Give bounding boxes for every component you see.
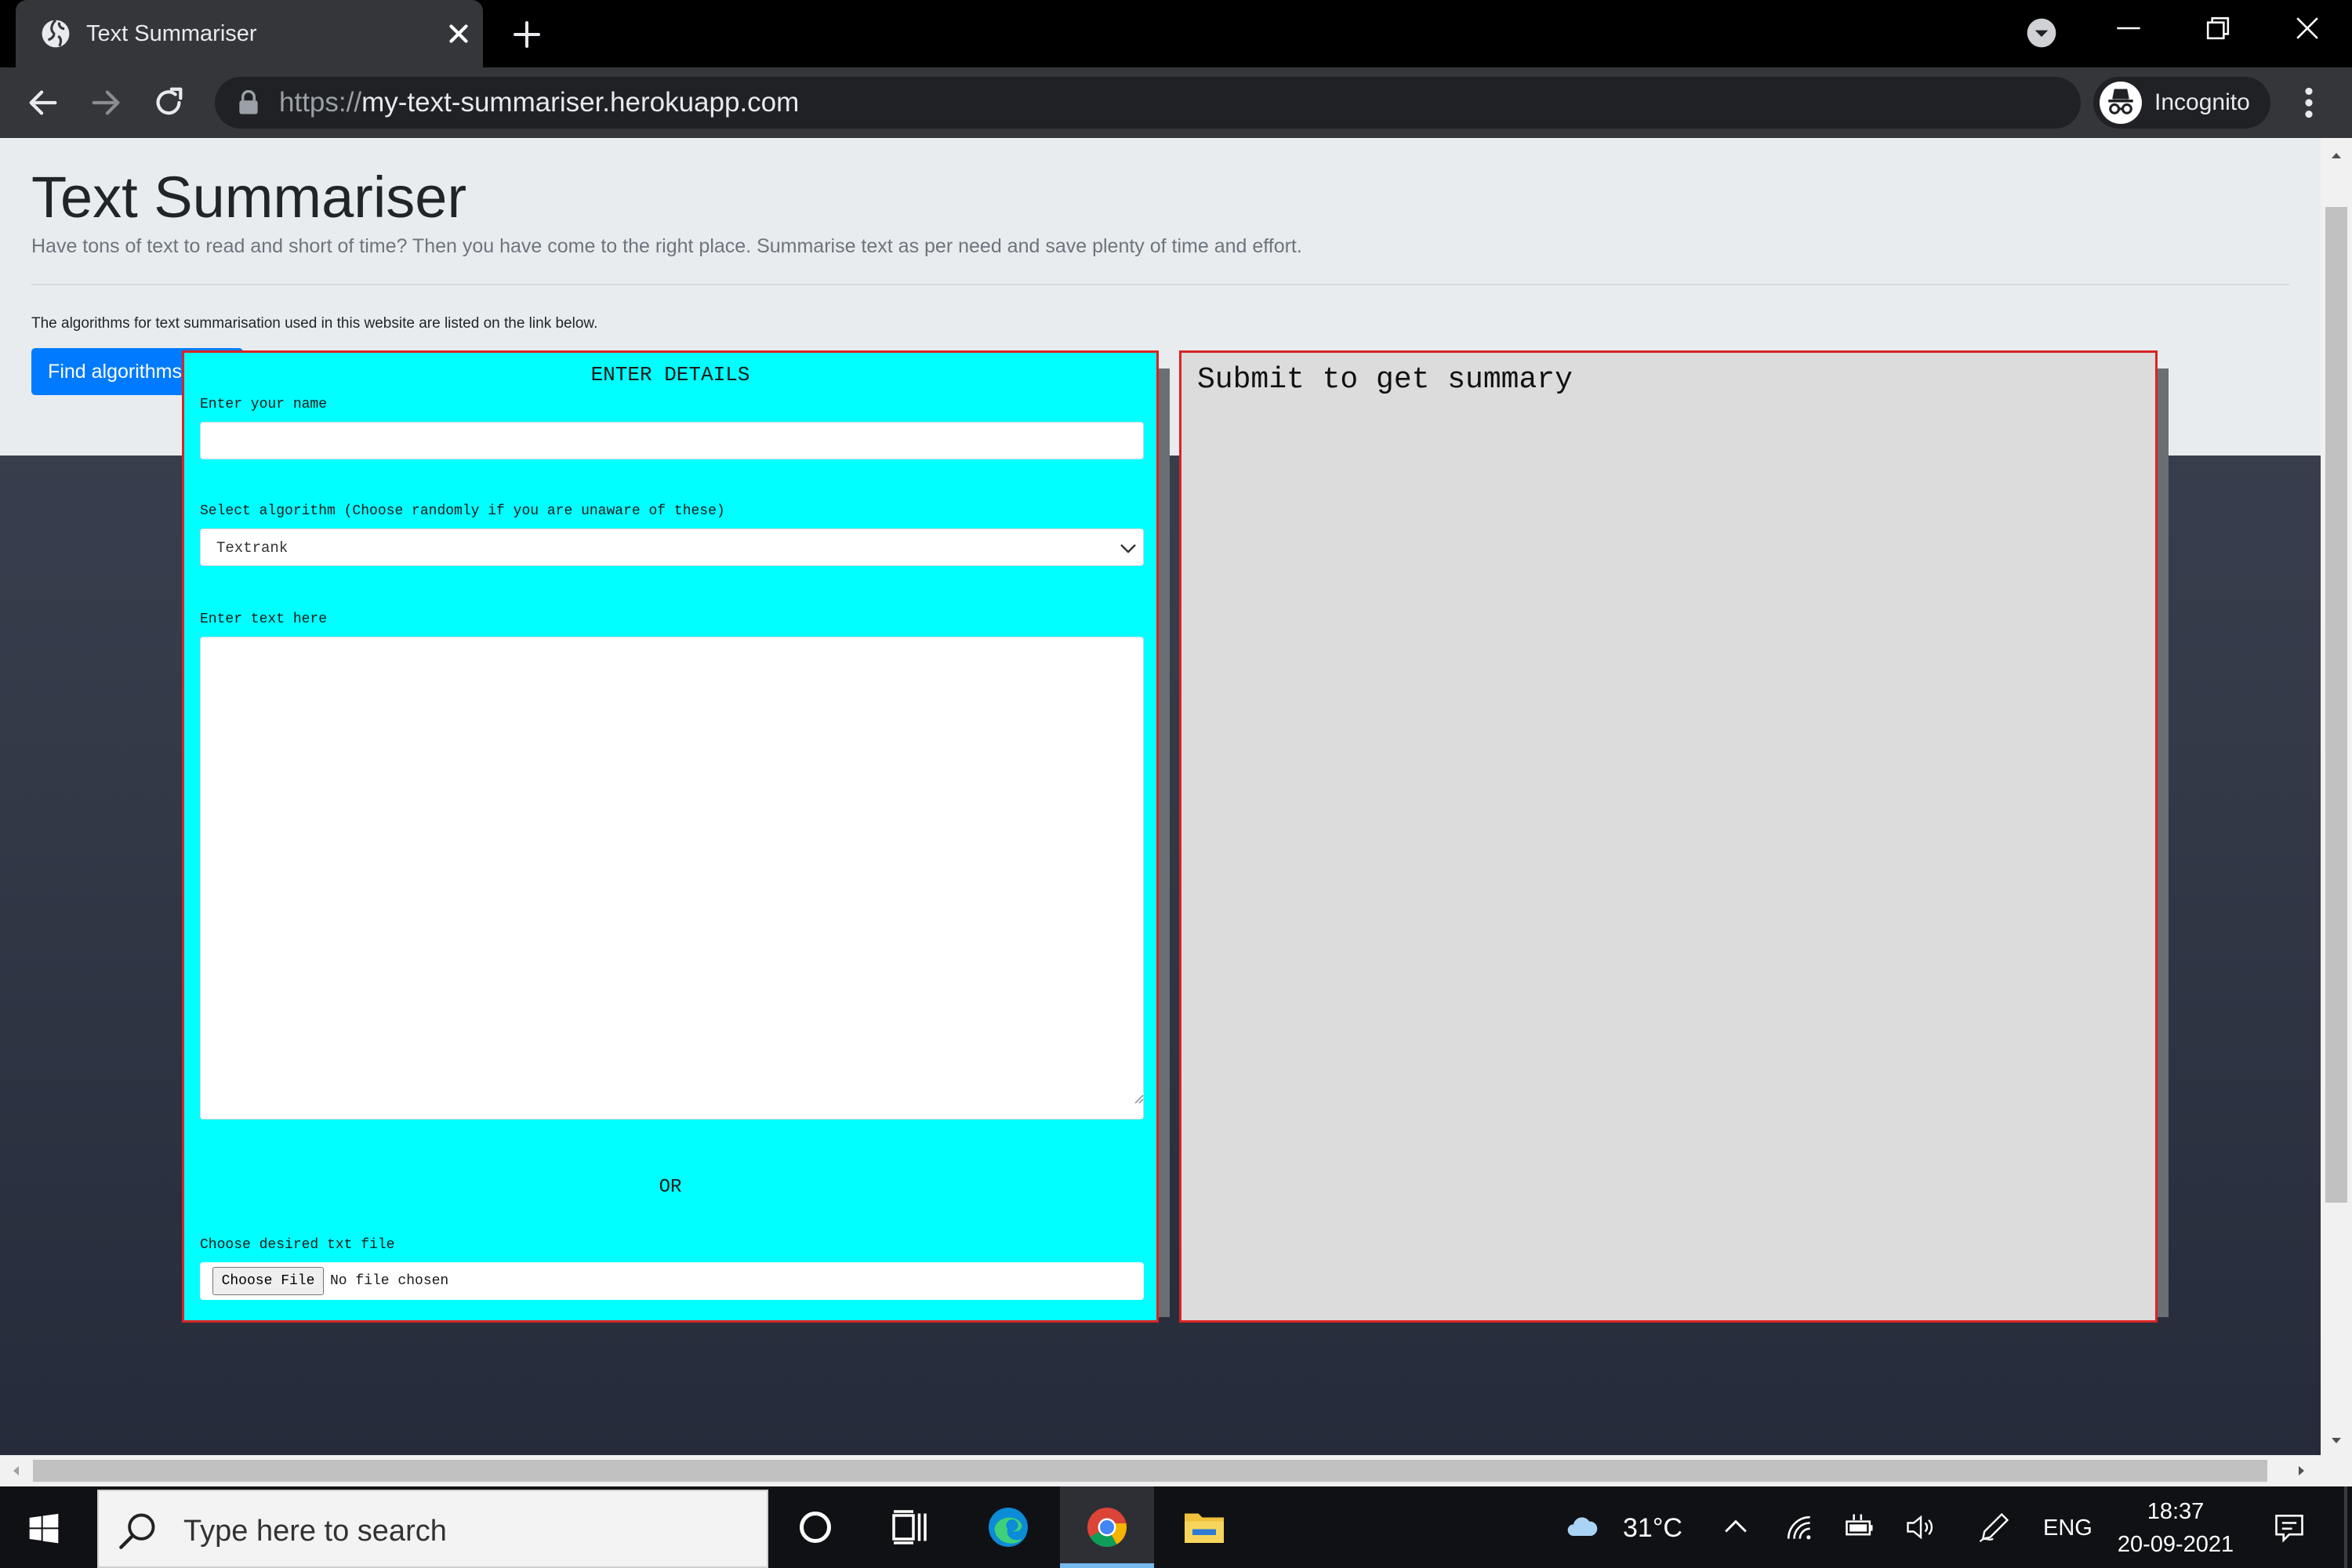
restore-icon[interactable] bbox=[2198, 11, 2238, 45]
input-language[interactable]: ENG bbox=[2043, 1513, 2092, 1543]
show-desktop-button[interactable] bbox=[2344, 1486, 2347, 1568]
summary-panel-shadow bbox=[2158, 368, 2169, 1317]
url-scheme: https:// bbox=[279, 87, 362, 118]
task-view-icon bbox=[892, 1510, 927, 1544]
notification-center-icon[interactable] bbox=[2272, 1510, 2307, 1544]
forward-arrow-icon[interactable] bbox=[88, 85, 124, 121]
form-panel-shadow bbox=[1159, 368, 1170, 1317]
cortana-button[interactable] bbox=[768, 1486, 862, 1568]
scroll-up-arrow-icon[interactable] bbox=[2328, 147, 2344, 163]
text-input-area[interactable] bbox=[200, 637, 1144, 1120]
horizontal-scroll-thumb[interactable] bbox=[33, 1460, 2267, 1482]
file-explorer-taskbar-button[interactable] bbox=[1157, 1486, 1251, 1568]
active-app-indicator bbox=[1060, 1563, 1154, 1568]
name-label: Enter your name bbox=[200, 397, 328, 412]
summary-placeholder: Submit to get summary bbox=[1197, 363, 1573, 397]
edge-browser-icon bbox=[989, 1508, 1028, 1547]
search-icon bbox=[119, 1513, 155, 1549]
tab-search-icon[interactable] bbox=[2026, 17, 2057, 49]
weather-cloud-icon[interactable] bbox=[1565, 1510, 1599, 1544]
chrome-browser-icon bbox=[1087, 1508, 1127, 1548]
file-input[interactable]: Choose File No file chosen bbox=[200, 1262, 1144, 1300]
close-tab-icon[interactable] bbox=[444, 19, 474, 49]
folder-icon bbox=[1185, 1513, 1224, 1543]
scroll-down-arrow-icon[interactable] bbox=[2328, 1433, 2344, 1449]
reload-icon[interactable] bbox=[151, 85, 187, 121]
volume-icon[interactable] bbox=[1904, 1510, 1938, 1544]
chevron-down-icon bbox=[1120, 544, 1136, 554]
kebab-menu-icon[interactable] bbox=[2297, 83, 2321, 122]
chevron-up-icon[interactable] bbox=[1719, 1510, 1753, 1544]
edge-taskbar-button[interactable] bbox=[961, 1486, 1055, 1568]
choose-file-button[interactable]: Choose File bbox=[212, 1267, 324, 1295]
vertical-scrollbar[interactable] bbox=[2321, 138, 2352, 1455]
incognito-profile-button[interactable]: Incognito bbox=[2093, 77, 2270, 129]
incognito-label: Incognito bbox=[2154, 89, 2250, 115]
divider bbox=[31, 284, 2289, 285]
url-text[interactable]: https://my-text-summariser.herokuapp.com bbox=[279, 85, 799, 121]
summary-output-panel: Submit to get summary bbox=[1179, 350, 2158, 1323]
new-tab-icon[interactable] bbox=[511, 19, 543, 50]
scroll-right-arrow-icon[interactable] bbox=[2294, 1463, 2310, 1479]
lock-icon[interactable] bbox=[237, 90, 260, 115]
browser-titlebar: Text Summariser bbox=[0, 0, 2352, 67]
horizontal-scrollbar[interactable] bbox=[0, 1455, 2352, 1486]
form-heading: ENTER DETAILS bbox=[590, 363, 750, 387]
page-title: Text Summariser bbox=[31, 165, 467, 230]
name-input[interactable] bbox=[200, 422, 1144, 459]
task-view-button[interactable] bbox=[862, 1486, 956, 1568]
pen-ink-icon[interactable] bbox=[1977, 1510, 2012, 1544]
algorithms-note: The algorithms for text summarisation us… bbox=[31, 315, 598, 332]
clock-time[interactable]: 18:37 bbox=[2117, 1497, 2234, 1526]
incognito-icon bbox=[2100, 82, 2142, 124]
globe-icon bbox=[42, 19, 70, 48]
algorithm-label: Select algorithm (Choose randomly if you… bbox=[200, 503, 725, 519]
taskbar-search-placeholder: Type here to search bbox=[183, 1515, 447, 1548]
scroll-left-arrow-icon[interactable] bbox=[8, 1463, 24, 1479]
cortana-circle-icon bbox=[800, 1512, 831, 1543]
taskbar-search-box[interactable]: Type here to search bbox=[97, 1490, 768, 1568]
weather-temperature[interactable]: 31°C bbox=[1623, 1512, 1682, 1544]
algorithm-selected-value: Textrank bbox=[216, 539, 289, 557]
url-host: my-text-summariser.herokuapp.com bbox=[361, 87, 800, 118]
tab-title: Text Summariser bbox=[86, 21, 257, 46]
browser-toolbar: https://my-text-summariser.herokuapp.com… bbox=[0, 67, 2352, 138]
minimize-icon[interactable] bbox=[2109, 11, 2148, 45]
window-close-icon[interactable] bbox=[2288, 11, 2327, 45]
browser-tab[interactable]: Text Summariser bbox=[16, 0, 483, 67]
windows-start-icon[interactable] bbox=[28, 1513, 60, 1544]
page-viewport: Text Summariser Have tons of text to rea… bbox=[0, 138, 2321, 1455]
or-separator: OR bbox=[659, 1177, 682, 1198]
windows-taskbar: Type here to search 31°C ENG 18:37 20-09… bbox=[0, 1486, 2352, 1568]
chrome-taskbar-button[interactable] bbox=[1060, 1486, 1154, 1568]
file-label: Choose desired txt file bbox=[200, 1237, 395, 1253]
wifi-icon[interactable] bbox=[1781, 1510, 1816, 1544]
battery-charging-icon[interactable] bbox=[1842, 1510, 1877, 1544]
text-label: Enter text here bbox=[200, 612, 328, 627]
back-arrow-icon[interactable] bbox=[25, 85, 61, 121]
resize-grip-icon[interactable] bbox=[1131, 1091, 1145, 1105]
vertical-scroll-thumb[interactable] bbox=[2325, 207, 2347, 1203]
details-form-panel: ENTER DETAILS Enter your name Select alg… bbox=[182, 350, 1159, 1323]
file-status: No file chosen bbox=[330, 1273, 449, 1289]
address-bar[interactable]: https://my-text-summariser.herokuapp.com bbox=[215, 77, 2267, 129]
page-lead: Have tons of text to read and short of t… bbox=[31, 235, 1302, 257]
algorithm-select[interactable]: Textrank bbox=[200, 528, 1144, 566]
clock-date[interactable]: 20-09-2021 bbox=[2109, 1530, 2242, 1559]
